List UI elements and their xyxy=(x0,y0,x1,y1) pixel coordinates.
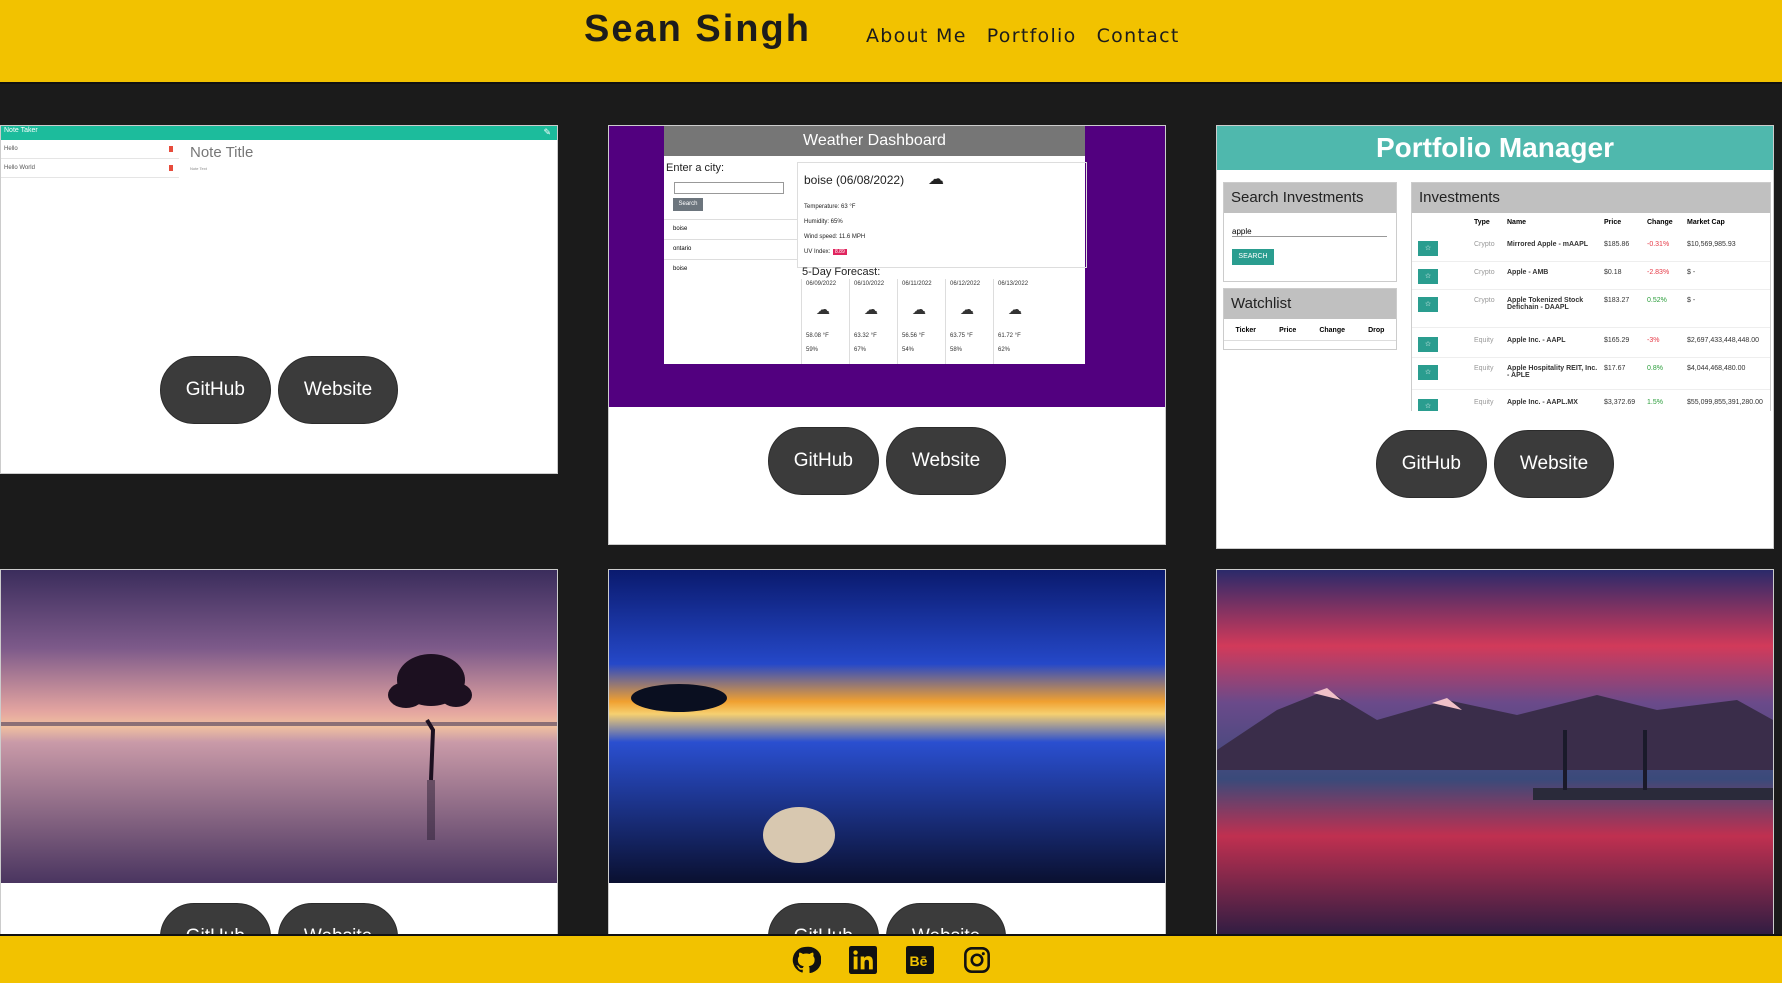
star-icon: ☆ xyxy=(1418,297,1438,312)
forecast-day: 06/09/2022 ☁ 58.08 °F 59% xyxy=(801,279,846,364)
site-footer: Bē xyxy=(0,934,1782,983)
search-investments-header: Search Investments xyxy=(1224,183,1396,213)
investment-row: ☆ Crypto Apple - AMB $0.18 -2.83% $ - xyxy=(1412,263,1770,290)
star-icon: ☆ xyxy=(1418,337,1438,352)
uv-badge: 8.89 xyxy=(833,249,847,255)
github-button[interactable]: GitHub xyxy=(1375,430,1487,498)
project-card-note-taker: Note Taker ✎ Hello Hello World Note Titl… xyxy=(0,125,558,474)
weather-title: Weather Dashboard xyxy=(664,126,1085,156)
weather-search-button: Search xyxy=(673,198,703,211)
investment-row: ☆ Equity Apple Hospitality REIT, Inc. - AP… xyxy=(1412,359,1770,390)
cloud-icon: ☁ xyxy=(1008,301,1022,317)
star-icon: ☆ xyxy=(1418,269,1438,284)
note-title-placeholder: Note Title xyxy=(190,144,254,161)
current-humidity: Humidity: 65% xyxy=(804,219,843,225)
watchlist-header: Watchlist xyxy=(1224,289,1396,319)
investment-row: ☆ Equity Apple Inc. - AAPL.MX $3,372.69 1.5%… xyxy=(1412,393,1770,411)
project-card-sunset-tree: GitHub Website xyxy=(0,569,558,951)
portfolio-manager-title: Portfolio Manager xyxy=(1217,126,1773,170)
mountain-lake-image xyxy=(1217,570,1773,950)
website-button[interactable]: Website xyxy=(1493,430,1615,498)
svg-text:Bē: Bē xyxy=(909,952,927,968)
note-text-placeholder: Note Text xyxy=(190,166,207,171)
forecast-day: 06/12/2022 ☁ 63.75 °F 58% xyxy=(945,279,990,364)
history-item: boise xyxy=(664,220,797,240)
cloud-icon: ☁ xyxy=(960,301,974,317)
project-card-blue-sunset-shell: GitHub Website xyxy=(608,569,1166,951)
portfolio-manager-screenshot: Portfolio Manager Search Investments app… xyxy=(1217,126,1773,411)
forecast-day: 06/11/2022 ☁ 56.56 °F 54% xyxy=(897,279,942,364)
current-temperature: Temperature: 63 °F xyxy=(804,204,856,210)
note-taker-screenshot: Note Taker ✎ Hello Hello World Note Titl… xyxy=(1,126,557,366)
github-icon[interactable] xyxy=(790,944,822,976)
current-city-date: boise (06/08/2022) xyxy=(804,173,905,187)
trash-icon xyxy=(169,146,173,152)
cloud-icon: ☁ xyxy=(864,301,878,317)
project-card-weather-dashboard: Weather Dashboard Enter a city: Search b… xyxy=(608,125,1166,545)
behance-icon[interactable]: Bē xyxy=(904,944,936,976)
trash-icon xyxy=(169,165,173,171)
github-button[interactable]: GitHub xyxy=(767,427,879,495)
instagram-icon[interactable] xyxy=(961,944,993,976)
uv-label: UV Index: xyxy=(804,249,831,255)
sunset-tree-image xyxy=(1,570,557,883)
star-icon: ☆ xyxy=(1418,365,1438,380)
site-header: Sean Singh About Me Portfolio Contact xyxy=(0,0,1782,84)
note-list-item: Hello World xyxy=(1,159,179,178)
project-card-mountain-lake xyxy=(1216,569,1774,951)
nav-portfolio[interactable]: Portfolio xyxy=(987,25,1077,47)
investments-header: Investments xyxy=(1412,183,1770,213)
star-icon: ☆ xyxy=(1418,241,1438,256)
weather-dashboard-screenshot: Weather Dashboard Enter a city: Search b… xyxy=(609,126,1165,407)
brand-name: Sean Singh xyxy=(584,8,811,50)
forecast-day: 06/13/2022 ☁ 61.72 °F 62% xyxy=(993,279,1038,364)
forecast-title: 5-Day Forecast: xyxy=(802,266,881,278)
note-list-item: Hello xyxy=(1,140,179,159)
blue-sunset-shell-image xyxy=(609,570,1165,883)
investment-search-button: SEARCH xyxy=(1232,249,1274,265)
enter-city-label: Enter a city: xyxy=(666,162,725,174)
cloud-icon: ☁ xyxy=(816,301,830,317)
main-nav: About Me Portfolio Contact xyxy=(866,25,1180,47)
nav-contact[interactable]: Contact xyxy=(1097,25,1180,47)
cloud-icon: ☁ xyxy=(928,171,944,188)
investment-search-value: apple xyxy=(1232,227,1387,237)
history-item: boise xyxy=(673,266,688,272)
cloud-icon: ☁ xyxy=(912,301,926,317)
star-icon: ☆ xyxy=(1418,399,1438,411)
github-button[interactable]: GitHub xyxy=(159,356,271,424)
pencil-icon: ✎ xyxy=(543,127,551,137)
investment-row: ☆ Equity Apple Inc. - AAPL $165.29 -3% $2,697… xyxy=(1412,331,1770,358)
note-taker-app-title: Note Taker xyxy=(4,127,38,134)
investment-row: ☆ Crypto Mirrored Apple - mAAPL $185.86 -0.3… xyxy=(1412,235,1770,262)
nav-about-me[interactable]: About Me xyxy=(866,25,967,47)
linkedin-icon[interactable] xyxy=(847,944,879,976)
current-wind: Wind speed: 11.6 MPH xyxy=(804,234,866,240)
website-button[interactable]: Website xyxy=(277,356,399,424)
forecast-day: 06/10/2022 ☁ 63.32 °F 67% xyxy=(849,279,894,364)
investment-row: ☆ Crypto Apple Tokenized Stock Defichain -… xyxy=(1412,291,1770,328)
website-button[interactable]: Website xyxy=(885,427,1007,495)
history-item: ontario xyxy=(664,240,797,260)
project-card-portfolio-manager: Portfolio Manager Search Investments app… xyxy=(1216,125,1774,549)
